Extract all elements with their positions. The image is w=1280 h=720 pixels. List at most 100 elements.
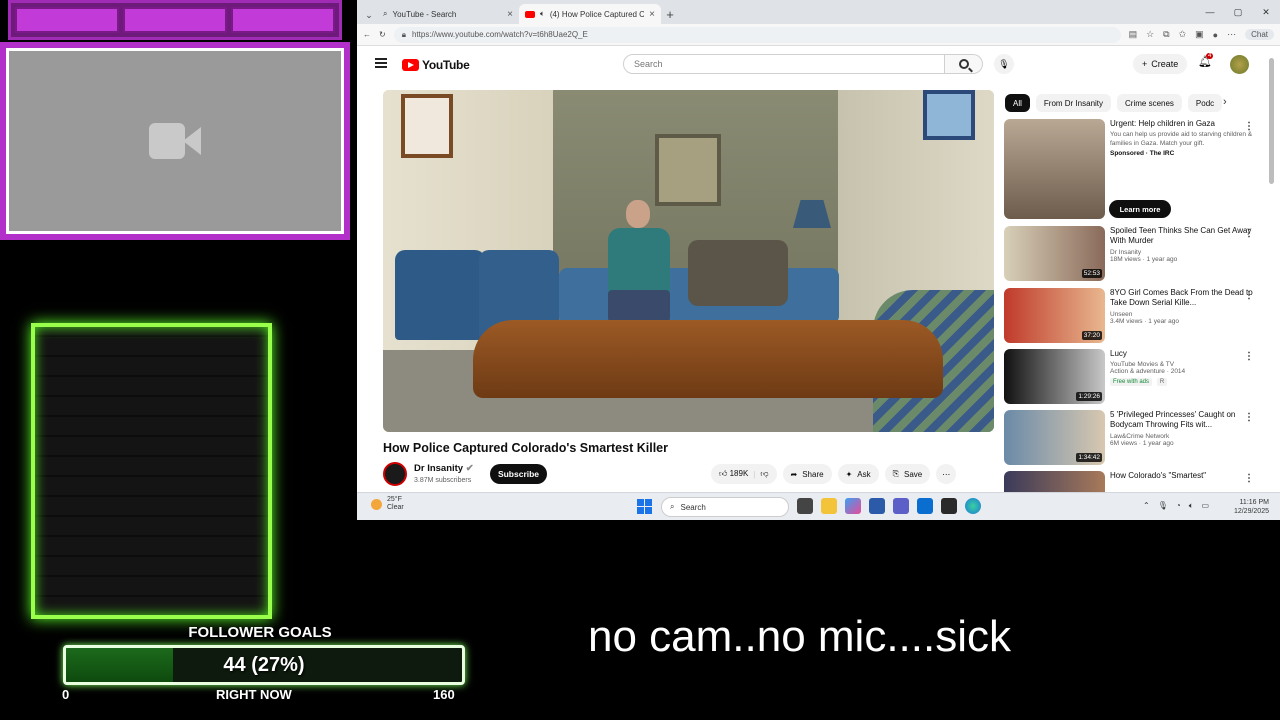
wall-picture (923, 90, 975, 140)
copilot-icon[interactable] (845, 498, 861, 514)
outlook-icon[interactable] (917, 498, 933, 514)
user-avatar[interactable] (1230, 55, 1249, 74)
save-button[interactable]: ⎘ Save (884, 464, 931, 484)
learn-more-button[interactable]: Learn more (1109, 200, 1171, 218)
tab-title: YouTube - Search (392, 9, 457, 19)
youtube-logo[interactable]: YouTube (402, 58, 470, 72)
chevron-right-icon[interactable]: › (1223, 96, 1227, 108)
menu-hamburger-icon[interactable] (375, 58, 387, 68)
collections-icon[interactable]: ▣ (1195, 29, 1204, 40)
overlay-top-banner (8, 0, 342, 40)
minimize-button[interactable]: — (1196, 7, 1224, 17)
recommendation-title: Spoiled Teen Thinks She Can Get Away Wit… (1110, 226, 1252, 246)
search-button[interactable] (945, 54, 983, 74)
video-title: How Police Captured Colorado's Smartest … (383, 441, 668, 455)
taskbar-search[interactable]: ⌕ Search (661, 497, 789, 517)
share-arrow-icon: ➦ (790, 469, 798, 479)
video-thumbnail[interactable]: 1:34:42 (1004, 410, 1105, 465)
video-thumbnail[interactable]: 52:53 (1004, 226, 1105, 281)
favorite-star-icon[interactable]: ☆ (1146, 29, 1154, 40)
video-actions: 👍︎ 189K | 👎︎ ➦ Share ✦ Ask ⎘ Save ⋯ (711, 464, 957, 484)
recommendation-title: How Colorado's "Smartest" (1110, 471, 1207, 480)
more-vert-icon[interactable]: ⋮ (1244, 121, 1254, 132)
close-icon[interactable]: × (507, 9, 513, 20)
read-mode-icon[interactable]: ▤ (1129, 29, 1138, 40)
streaming-app-icon[interactable] (941, 498, 957, 514)
back-arrow-icon[interactable]: ← (363, 30, 371, 39)
profile-icon[interactable]: ● (1213, 30, 1218, 40)
speaker-icon[interactable]: 🔈︎ (540, 9, 545, 19)
tab-youtube-search[interactable]: ⌕ YouTube - Search × (377, 4, 519, 24)
file-explorer-icon[interactable] (821, 498, 837, 514)
weather-sun-icon[interactable] (371, 499, 382, 510)
recommendation-item[interactable]: 52:53 Spoiled Teen Thinks She Can Get Aw… (1004, 226, 1254, 281)
recommendation-meta: 3.4M views · 1 year ago (1110, 317, 1180, 325)
word-icon[interactable] (869, 498, 885, 514)
voice-search-button[interactable]: 🎙︎ (994, 54, 1014, 74)
page-scrollbar[interactable] (1269, 58, 1274, 184)
ad-thumbnail[interactable] (1004, 119, 1105, 219)
refresh-icon[interactable]: ↻ (379, 30, 386, 39)
recommendation-meta: Action & adventure · 2014 (1110, 368, 1186, 376)
volume-icon[interactable]: 🔈︎ (1189, 501, 1194, 511)
coffee-table (473, 320, 943, 398)
recommendation-item[interactable]: 1:34:42 5 'Privileged Princesses' Caught… (1004, 410, 1254, 465)
maximize-button[interactable]: ▢ (1224, 7, 1252, 18)
recommendation-channel: Unseen (1110, 310, 1133, 318)
more-vert-icon[interactable]: ⋮ (1244, 351, 1254, 362)
battery-icon[interactable]: ▭ (1202, 501, 1210, 511)
more-vert-icon[interactable]: ⋮ (1244, 290, 1254, 301)
recommendation-title: Lucy (1110, 349, 1127, 358)
tab-list-button[interactable]: ⌄ (361, 6, 377, 24)
window-controls: — ▢ ✕ (1196, 0, 1280, 24)
address-bar[interactable]: 🔒︎ https://www.youtube.com/watch?v=t6h8U… (393, 26, 1121, 43)
search-input[interactable]: Search (623, 54, 945, 74)
search-icon (958, 59, 969, 69)
banner-segment (123, 7, 227, 33)
teams-icon[interactable] (893, 498, 909, 514)
close-icon[interactable]: × (649, 9, 655, 20)
dislike-button[interactable]: 👎︎ (760, 469, 768, 479)
more-menu-icon[interactable]: ⋯ (1227, 29, 1236, 40)
channel-avatar[interactable] (383, 462, 407, 486)
more-vert-icon[interactable]: ⋮ (1244, 412, 1254, 423)
ask-button[interactable]: ✦ Ask (837, 464, 879, 484)
address-toolbar: ← ↻ 🔒︎ https://www.youtube.com/watch?v=t… (357, 24, 1280, 46)
webcam-frame (0, 42, 350, 240)
more-vert-icon[interactable]: ⋮ (1244, 228, 1254, 239)
sparkle-icon: ✦ (845, 469, 853, 479)
close-window-button[interactable]: ✕ (1252, 7, 1280, 18)
like-button[interactable]: 👍︎ 189K (719, 469, 748, 479)
recommendation-item[interactable]: 1:29:26 Lucy YouTube Movies & TV Action … (1004, 349, 1254, 404)
recommendation-channel: Law&Crime Network (1110, 432, 1170, 440)
more-vert-icon[interactable]: ⋮ (1244, 473, 1254, 484)
edge-browser-icon[interactable] (965, 498, 981, 514)
video-thumbnail[interactable]: 37:20 (1004, 288, 1105, 343)
chip-podcasts[interactable]: Podc (1187, 94, 1223, 112)
copilot-chat-button[interactable]: Chat (1245, 29, 1274, 40)
url-text: https://www.youtube.com/watch?v=t6h8Uae2… (411, 30, 588, 39)
chip-crime-scenes[interactable]: Crime scenes (1117, 94, 1182, 112)
channel-name[interactable]: Dr Insanity ✔ (414, 463, 474, 474)
share-button[interactable]: ➦ Share (782, 464, 832, 484)
tab-video[interactable]: 🔈︎ (4) How Police Captured Colora × (519, 4, 661, 24)
create-button[interactable]: + Create (1133, 54, 1188, 74)
taskbar-clock[interactable]: 11:16 PM 12/29/2025 (1219, 498, 1269, 516)
recommendation-item[interactable]: 37:20 8YO Girl Comes Back From the Dead … (1004, 288, 1254, 343)
new-tab-button[interactable]: + (661, 4, 679, 24)
chip-from-channel[interactable]: From Dr Insanity (1035, 94, 1112, 112)
task-view-icon[interactable] (797, 498, 813, 514)
extensions-icon[interactable]: ⧉ (1163, 29, 1169, 40)
stream-caption: no cam..no mic....sick (588, 612, 1012, 661)
microphone-icon[interactable]: 🎙︎ (1158, 501, 1168, 511)
subscribe-button[interactable]: Subscribe (490, 464, 547, 484)
chip-all[interactable]: All (1005, 94, 1030, 112)
favorites-icon[interactable]: ✩ (1179, 29, 1187, 40)
more-actions-button[interactable]: ⋯ (936, 464, 957, 484)
wifi-icon[interactable]: ◔ (1176, 501, 1181, 511)
video-thumbnail[interactable]: 1:29:26 (1004, 349, 1105, 404)
weather-widget[interactable]: 25°F Clear (387, 496, 404, 513)
video-player[interactable] (383, 90, 994, 432)
chevron-up-icon[interactable]: ⌃ (1143, 501, 1150, 511)
windows-start-icon[interactable] (637, 499, 652, 514)
